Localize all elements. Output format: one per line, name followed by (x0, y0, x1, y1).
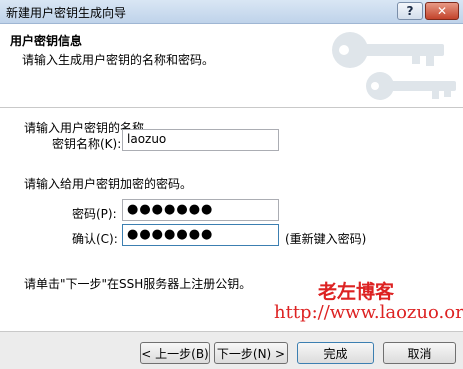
window-title: 新建用户密钥生成向导 (6, 6, 127, 20)
keys-icon (332, 32, 456, 100)
close-button[interactable]: ✕ (425, 2, 459, 20)
title-bar: 新建用户密钥生成向导 ? ✕ (0, 0, 463, 24)
button-bar: < 上一步(B) 下一步(N) > 完成 取消 (0, 331, 463, 369)
help-button[interactable]: ? (397, 2, 423, 20)
watermark-url: http://www.laozuo.org (274, 302, 463, 323)
finish-button[interactable]: 完成 (297, 342, 374, 364)
header-title: 用户密钥信息 (10, 34, 83, 48)
confirm-hint: (重新键入密码) (285, 232, 367, 246)
watermark-name: 老左博客 (318, 281, 395, 303)
key-name-input[interactable]: laozuo (122, 129, 279, 151)
next-button[interactable]: 下一步(N) > (214, 342, 288, 364)
header-subtitle: 请输入生成用户密钥的名称和密码。 (22, 53, 215, 67)
back-button[interactable]: < 上一步(B) (140, 342, 210, 364)
key-name-label: 密钥名称(K): (52, 137, 122, 151)
confirm-password-input[interactable]: ●●●●●●● (122, 224, 279, 246)
password-label: 密码(P): (72, 207, 117, 221)
instruction-text: 请单击"下一步"在SSH服务器上注册公钥。 (24, 277, 252, 291)
wizard-header: 用户密钥信息 请输入生成用户密钥的名称和密码。 (0, 24, 463, 108)
confirm-label: 确认(C): (72, 232, 118, 246)
password-input[interactable]: ●●●●●●● (122, 199, 279, 221)
cancel-button[interactable]: 取消 (383, 342, 456, 364)
password-prompt: 请输入给用户密钥加密的密码。 (24, 177, 193, 191)
